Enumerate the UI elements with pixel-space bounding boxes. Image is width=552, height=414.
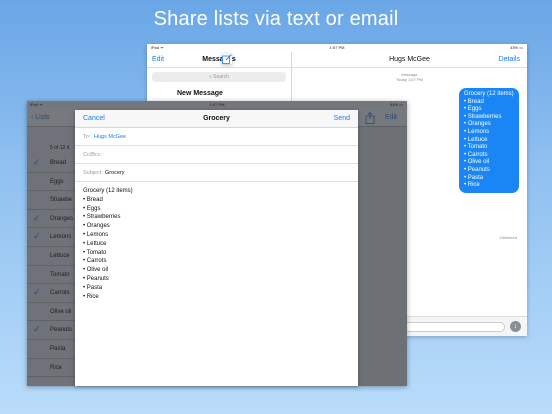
body-line: • Lettuce <box>83 240 107 247</box>
bubble-line: • Olive oil <box>464 159 490 166</box>
list-item-label: Tomato <box>50 271 70 278</box>
list-item-label: Pasta <box>50 345 66 352</box>
conversation-nav: Edit Messages <box>147 52 291 68</box>
list-item-label: Rice <box>50 364 63 371</box>
list-item[interactable]: ✓ Bread <box>27 154 75 173</box>
back-button[interactable]: ‹ Lists <box>31 114 50 121</box>
body-line: • Rice <box>83 293 99 300</box>
list-item[interactable]: ✓ Lemons <box>27 228 75 247</box>
list-item-label: Eggs <box>50 178 64 185</box>
new-message-item[interactable]: New Message <box>147 86 291 102</box>
mail-compose-sheet: Cancel Grocery Send To: Hugs McGee Cc/Bc… <box>75 110 358 386</box>
to-field[interactable]: To: Hugs McGee <box>75 128 358 146</box>
ccbcc-field[interactable]: Cc/Bcc: <box>75 146 358 164</box>
body-line: • Strawberries <box>83 214 121 221</box>
send-arrow-icon[interactable]: ↓ <box>510 321 521 332</box>
body-line: • Carrots <box>83 258 107 265</box>
item-list: ✓ Bread Eggs Strawbe ✓ Oranges ✓ Lemons Lettuce T… <box>27 154 75 378</box>
compose-icon[interactable] <box>222 54 232 64</box>
messages-title: Messages <box>202 56 236 63</box>
list-item[interactable]: Pasta <box>27 340 75 359</box>
status-battery: 43% ▭ <box>510 45 523 50</box>
to-recipient[interactable]: Hugs McGee <box>94 134 126 140</box>
list-item[interactable]: Lettuce <box>27 247 75 266</box>
compose-nav-bar: Cancel Grocery Send <box>75 110 358 128</box>
bubble-line: • Lettuce <box>464 136 488 143</box>
bubble-line: • Oranges <box>464 121 491 128</box>
search-placeholder: Search <box>213 74 230 80</box>
checkmark-icon[interactable]: ✓ <box>33 157 41 168</box>
message-meta: Message Today 1:57 PM <box>292 72 527 82</box>
message-time: Today 1:57 PM <box>396 77 423 82</box>
body-line: • Bread <box>83 196 103 203</box>
contact-name: Hugs McGee <box>389 56 430 63</box>
list-item[interactable]: Rice <box>27 359 75 378</box>
edit-button[interactable]: Edit <box>385 114 397 121</box>
compose-title: Grocery <box>203 115 230 122</box>
ccbcc-label: Cc/Bcc: <box>83 152 102 158</box>
delivered-label: Delivered <box>500 235 517 240</box>
headline: Share lists via text or email <box>153 8 399 30</box>
mail-body[interactable]: Grocery (12 items) • Bread • Eggs • Stra… <box>75 182 358 306</box>
list-item[interactable]: ✓ Peanuts <box>27 321 75 340</box>
body-line: • Oranges <box>83 223 110 230</box>
status-time: 1:57 PM <box>329 45 345 50</box>
bubble-line: Grocery (12 items) <box>464 91 514 97</box>
subject-value[interactable]: Grocery <box>105 170 125 176</box>
bubble-line: • Bread <box>464 98 484 105</box>
body-line: • Tomato <box>83 249 107 256</box>
list-item[interactable]: Olive oil <box>27 303 75 322</box>
list-item-label: Lettuce <box>50 252 70 259</box>
message-bubble[interactable]: Grocery (12 items) • Bread • Eggs • Stra… <box>459 88 519 193</box>
status-bar: iPad ᯤ 1:57 PM 43% ▭ <box>147 44 527 52</box>
bubble-line: • Pasta <box>464 174 484 181</box>
subject-field[interactable]: Subject: Grocery <box>75 164 358 182</box>
list-item-label: Bread <box>50 160 67 166</box>
status-bar: iPad ᯤ 1:57 PM 44% ▭ <box>27 101 407 109</box>
body-line: • Peanuts <box>83 275 109 282</box>
send-button[interactable]: Send <box>334 115 350 122</box>
list-item[interactable]: ✓ Carrots <box>27 284 75 303</box>
status-time: 1:57 PM <box>209 102 225 107</box>
list-item[interactable]: Strawbe <box>27 191 75 210</box>
list-item[interactable]: Eggs <box>27 173 75 192</box>
list-item-label: Strawbe <box>50 197 73 204</box>
share-icon[interactable] <box>365 112 375 124</box>
to-label: To: <box>83 134 91 140</box>
bubble-line: • Lemons <box>464 128 490 135</box>
subject-label: Subject: <box>83 170 103 176</box>
bubble-line: • Carrots <box>464 151 488 158</box>
bubble-line: • Tomato <box>464 144 488 151</box>
list-item-label: Peanuts <box>50 327 73 334</box>
list-item-label: Lemons <box>50 234 72 241</box>
body-line: • Pasta <box>83 284 103 291</box>
bubble-line: • Rice <box>464 182 480 189</box>
bubble-line: • Eggs <box>464 106 482 113</box>
checkmark-icon[interactable]: ✓ <box>33 324 41 335</box>
body-line: • Eggs <box>83 205 101 212</box>
list-detail-pane <box>357 127 407 386</box>
item-count: 5 of 12 it <box>50 145 70 151</box>
checkmark-icon[interactable]: ✓ <box>33 287 41 298</box>
bubble-line: • Strawberries <box>464 113 502 120</box>
search-field[interactable]: ⌕ Search <box>152 72 286 82</box>
bubble-line: • Peanuts <box>464 166 490 173</box>
list-item[interactable]: ✓ Oranges <box>27 210 75 229</box>
details-button[interactable]: Details <box>499 56 520 63</box>
checkmark-icon[interactable]: ✓ <box>33 231 41 242</box>
body-line: • Lemons <box>83 231 109 238</box>
list-item-label: Olive oil <box>50 308 72 315</box>
conversation-header: Hugs McGee Details <box>292 52 527 68</box>
list-item-label: Oranges <box>50 215 74 222</box>
body-line: • Olive oil <box>83 267 109 274</box>
list-item-label: Carrots <box>50 290 70 297</box>
checkmark-icon[interactable]: ✓ <box>33 213 41 224</box>
body-line: Grocery (12 items) <box>83 188 133 194</box>
back-label: Lists <box>35 114 50 121</box>
list-item[interactable]: Tomato <box>27 266 75 285</box>
status-battery: 44% ▭ <box>390 102 403 107</box>
